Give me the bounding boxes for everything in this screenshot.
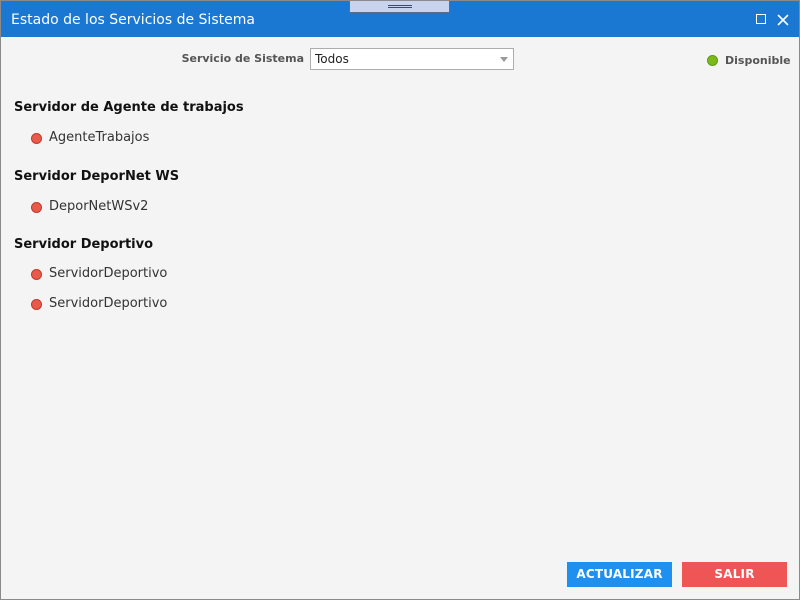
drag-handle-line: [388, 7, 412, 8]
chevron-down-icon: [500, 57, 508, 62]
service-name: ServidorDeportivo: [49, 266, 168, 281]
group-title-servidor-deportivo: Servidor Deportivo: [14, 237, 154, 252]
group-title-agente-trabajos: Servidor de Agente de trabajos: [14, 100, 244, 115]
refresh-button[interactable]: ACTUALIZAR: [567, 562, 672, 587]
close-button[interactable]: [776, 12, 790, 26]
drag-handle-line: [388, 5, 412, 6]
window-title: Estado de los Servicios de Sistema: [11, 12, 255, 28]
maximize-button[interactable]: [755, 13, 767, 25]
maximize-icon: [756, 14, 766, 24]
group-title-depornet-ws: Servidor DeporNet WS: [14, 169, 180, 184]
service-name: DeporNetWSv2: [49, 199, 149, 214]
service-filter-select[interactable]: Todos: [310, 48, 514, 70]
status-unavailable-icon: [31, 269, 42, 280]
status-unavailable-icon: [31, 133, 42, 144]
title-bar[interactable]: Estado de los Servicios de Sistema: [1, 1, 799, 37]
service-name: ServidorDeportivo: [49, 296, 168, 311]
service-status-window: Estado de los Servicios de Sistema Servi…: [0, 0, 800, 600]
service-filter-value: Todos: [315, 52, 349, 66]
legend-available-label: Disponible: [725, 54, 791, 67]
status-unavailable-icon: [31, 299, 42, 310]
exit-button[interactable]: SALIR: [682, 562, 787, 587]
close-icon: [777, 14, 789, 26]
service-name: AgenteTrabajos: [49, 130, 150, 145]
available-status-icon: [707, 55, 718, 66]
status-unavailable-icon: [31, 202, 42, 213]
drag-handle[interactable]: [349, 1, 450, 13]
service-filter-label: Servicio de Sistema: [181, 52, 304, 65]
